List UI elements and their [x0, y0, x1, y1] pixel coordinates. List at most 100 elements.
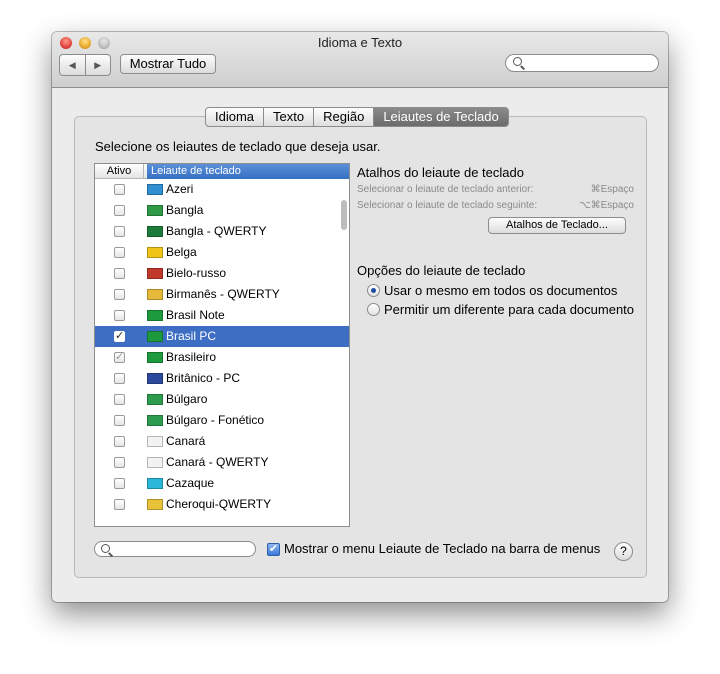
flag-icon [147, 226, 163, 237]
next-layout-shortcut-key: ⌥⌘Espaço [579, 200, 634, 211]
forward-icon[interactable]: ▶ [84, 55, 111, 75]
layout-name: Belga [166, 245, 197, 259]
table-row[interactable]: Cazaque [95, 473, 349, 494]
search-icon [101, 544, 110, 553]
table-row[interactable]: Britânico - PC [95, 368, 349, 389]
layout-search-input[interactable] [94, 541, 256, 557]
help-button[interactable]: ? [614, 542, 633, 561]
table-row[interactable]: Canará [95, 431, 349, 452]
layout-name: Britânico - PC [166, 371, 241, 385]
table-row[interactable]: Búlgaro - Fonético [95, 410, 349, 431]
radio-button[interactable] [367, 303, 380, 316]
column-header-layout[interactable]: Leiaute de teclado [147, 164, 349, 179]
table-row[interactable]: ✓ Brasileiro [95, 347, 349, 368]
flag-icon [147, 352, 163, 363]
flag-icon [147, 205, 163, 216]
radio-button[interactable] [367, 284, 380, 297]
flag-icon [147, 457, 163, 468]
preferences-window: Idioma e Texto ◀ ▶ Mostrar Tudo Idioma T… [52, 32, 668, 602]
active-checkbox[interactable]: ✓ [114, 331, 125, 342]
previous-layout-shortcut-label: Selecionar o leiaute de teclado anterior… [357, 184, 534, 195]
layout-name: Brasil PC [166, 329, 217, 343]
flag-icon [147, 184, 163, 195]
keyboard-layout-table[interactable]: Ativo Leiaute de teclado Azeri Bangla Bang… [94, 163, 350, 527]
column-header-active[interactable]: Ativo [95, 164, 144, 179]
next-layout-shortcut-label: Selecionar o leiaute de teclado seguinte… [357, 200, 538, 211]
flag-icon [147, 499, 163, 510]
shortcuts-heading: Atalhos do leiaute de teclado [357, 165, 524, 180]
active-checkbox[interactable] [114, 226, 125, 237]
table-row[interactable]: Bangla - QWERTY [95, 221, 349, 242]
table-scrollbar[interactable] [341, 200, 347, 230]
tab-idioma[interactable]: Idioma [206, 108, 263, 126]
layout-name: Bangla - QWERTY [166, 224, 267, 238]
back-icon[interactable]: ◀ [60, 55, 85, 75]
active-checkbox[interactable] [114, 436, 125, 447]
options-heading: Opções do leiaute de teclado [357, 263, 526, 278]
layout-name: Cheroqui-QWERTY [166, 497, 272, 511]
table-row[interactable]: Bangla [95, 200, 349, 221]
active-checkbox[interactable] [114, 478, 125, 489]
active-checkbox[interactable] [114, 415, 125, 426]
table-row[interactable]: Belga [95, 242, 349, 263]
table-row[interactable]: Azeri [95, 179, 349, 200]
table-row[interactable]: Brasil Note [95, 305, 349, 326]
flag-icon [147, 247, 163, 258]
flag-icon [147, 289, 163, 300]
show-all-button[interactable]: Mostrar Tudo [120, 54, 216, 74]
tab-texto[interactable]: Texto [263, 108, 313, 126]
table-row[interactable]: Birmanês - QWERTY [95, 284, 349, 305]
flag-icon [147, 310, 163, 321]
show-menu-checkbox[interactable]: ✔ [267, 543, 280, 556]
layout-name: Búlgaro [166, 392, 208, 406]
table-header: Ativo Leiaute de teclado [95, 164, 349, 179]
previous-layout-shortcut-key: ⌘Espaço [590, 184, 634, 195]
table-rows: Azeri Bangla Bangla - QWERTY Belga Bielo-rus… [95, 179, 349, 515]
window-title: Idioma e Texto [317, 35, 403, 50]
active-checkbox[interactable] [114, 289, 125, 300]
radio-different-label: Permitir um diferente para cada document… [384, 302, 635, 317]
active-checkbox[interactable] [114, 499, 125, 510]
table-row[interactable]: Canará - QWERTY [95, 452, 349, 473]
flag-icon [147, 268, 163, 279]
titlebar: Idioma e Texto ◀ ▶ Mostrar Tudo [52, 32, 668, 88]
layout-name: Canará - QWERTY [166, 455, 269, 469]
layout-name: Canará [166, 434, 206, 448]
tab-regiao[interactable]: Região [313, 108, 373, 126]
show-menu-label: Mostrar o menu Leiaute de Teclado na bar… [284, 541, 601, 556]
layout-name: Brasileiro [166, 350, 217, 364]
radio-same-label: Usar o mesmo em todos os documentos [384, 283, 618, 298]
layout-name: Búlgaro - Fonético [166, 413, 265, 427]
flag-icon [147, 415, 163, 426]
layout-name: Azeri [166, 182, 194, 196]
layout-name: Brasil Note [166, 308, 225, 322]
layout-name: Bielo-russo [166, 266, 227, 280]
active-checkbox[interactable] [114, 247, 125, 258]
layout-name: Birmanês - QWERTY [166, 287, 280, 301]
flag-icon [147, 373, 163, 384]
flag-icon [147, 331, 163, 342]
active-checkbox[interactable] [114, 394, 125, 405]
layout-name: Bangla [166, 203, 204, 217]
back-forward-control: ◀ ▶ [59, 54, 111, 76]
tab-leiautes-de-teclado[interactable]: Leiautes de Teclado [373, 108, 508, 126]
instructions-text: Selecione os leiautes de teclado que des… [95, 139, 381, 154]
flag-icon [147, 394, 163, 405]
keyboard-shortcuts-button[interactable]: Atalhos de Teclado... [488, 217, 626, 234]
active-checkbox[interactable] [114, 310, 125, 321]
flag-icon [147, 478, 163, 489]
toolbar-search-input[interactable] [505, 54, 659, 72]
active-checkbox[interactable] [114, 457, 125, 468]
table-row[interactable]: Búlgaro [95, 389, 349, 410]
flag-icon [147, 436, 163, 447]
table-row[interactable]: ✓ Brasil PC [95, 326, 349, 347]
search-icon [513, 57, 522, 66]
active-checkbox[interactable] [114, 268, 125, 279]
table-row[interactable]: Bielo-russo [95, 263, 349, 284]
active-checkbox[interactable] [114, 373, 125, 384]
active-checkbox[interactable]: ✓ [114, 352, 125, 363]
active-checkbox[interactable] [114, 184, 125, 195]
active-checkbox[interactable] [114, 205, 125, 216]
table-row[interactable]: Cheroqui-QWERTY [95, 494, 349, 515]
layout-name: Cazaque [166, 476, 215, 490]
